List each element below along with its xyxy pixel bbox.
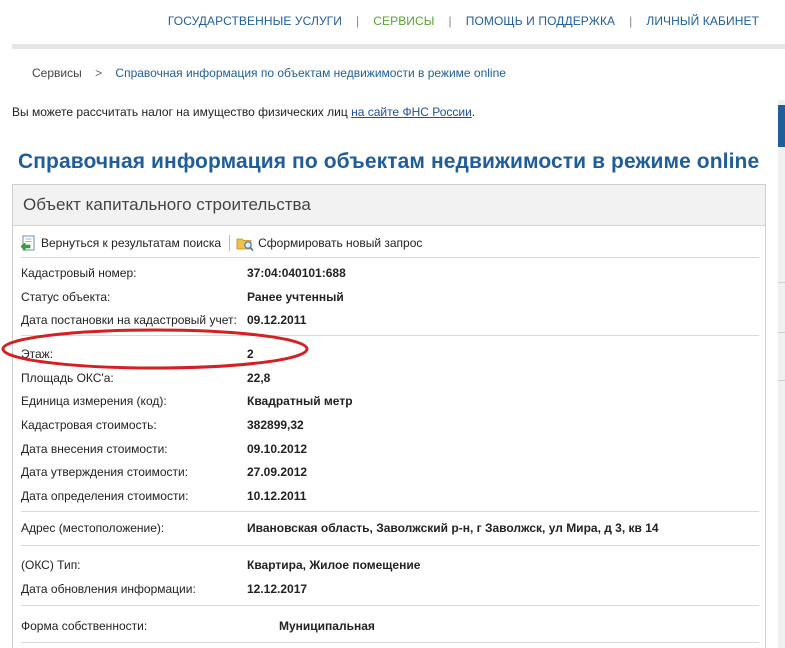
section-divider — [21, 545, 759, 546]
section-divider — [21, 511, 759, 512]
breadcrumb: Сервисы > Справочная информация по объек… — [32, 66, 506, 80]
attr-value: Ивановская область, Заволжский р-н, г За… — [247, 521, 659, 535]
section-divider — [21, 335, 759, 336]
attr-label: Площадь ОКС'a: — [21, 371, 114, 385]
section-divider — [21, 605, 759, 606]
breadcrumb-root-link[interactable]: Сервисы — [32, 66, 82, 80]
top-nav-items: ГОСУДАРСТВЕННЫЕ УСЛУГИ | СЕРВИСЫ | ПОМОЩ… — [168, 14, 759, 28]
attr-label: Адрес (местоположение): — [21, 521, 165, 535]
attr-value: 09.12.2011 — [247, 313, 307, 327]
nav-separator: | — [629, 14, 633, 28]
breadcrumb-separator: > — [95, 66, 103, 80]
attr-value: Ранее учтенный — [247, 290, 344, 304]
breadcrumb-current-link[interactable]: Справочная информация по объектам недвиж… — [115, 66, 506, 80]
attr-value: 10.12.2011 — [247, 489, 307, 503]
right-strip-line — [778, 282, 785, 283]
top-navigation: ГОСУДАРСТВЕННЫЕ УСЛУГИ | СЕРВИСЫ | ПОМОЩ… — [12, 0, 785, 49]
attr-value: Муниципальная — [279, 619, 375, 633]
attr-value: 22,8 — [247, 371, 271, 385]
back-to-results-label: Вернуться к результатам поиска — [41, 236, 222, 250]
attr-value: 09.10.2012 — [247, 442, 308, 456]
tax-notice: Вы можете рассчитать налог на имущество … — [12, 105, 475, 119]
back-to-results-button[interactable]: Вернуться к результатам поиска — [20, 235, 221, 252]
attr-label: Дата внесения стоимости: — [21, 442, 168, 456]
nav-gov-services[interactable]: ГОСУДАРСТВЕННЫЕ УСЛУГИ — [168, 14, 342, 28]
tax-notice-suffix: . — [471, 105, 476, 119]
toolbar-separator — [229, 235, 231, 251]
page-title: Справочная информация по объектам недвиж… — [18, 150, 760, 173]
attr-value: 12.12.2017 — [247, 582, 308, 596]
attr-value: 27.09.2012 — [247, 465, 308, 479]
nav-separator: | — [448, 14, 452, 28]
attr-value: 37:04:040101:688 — [247, 266, 346, 280]
right-sidebar-strip — [778, 100, 785, 648]
attr-label: Дата обновления информации: — [21, 582, 196, 596]
right-strip-line — [778, 332, 785, 333]
attr-label: Статус объекта: — [21, 290, 111, 304]
panel-title: Объект капитального строительства — [13, 185, 765, 226]
attr-label: Этаж: — [21, 347, 54, 361]
panel-toolbar: Вернуться к результатам поиска Сформиров… — [13, 228, 765, 258]
tax-notice-text: Вы можете рассчитать налог на имущество … — [12, 105, 352, 119]
document-back-arrow-icon — [20, 235, 35, 251]
attr-label: Форма собственности: — [21, 619, 148, 633]
right-strip-accent — [778, 105, 785, 147]
attr-label: Дата определения стоимости: — [21, 489, 189, 503]
attr-value: 2 — [247, 347, 254, 361]
attr-value: Квадратный метр — [247, 394, 353, 408]
attr-value: 382899,32 — [247, 418, 304, 432]
new-request-button[interactable]: Сформировать новый запрос — [236, 235, 422, 252]
object-info-panel: Объект капитального строительства Вернут… — [12, 184, 766, 648]
section-divider — [21, 642, 759, 643]
new-request-label: Сформировать новый запрос — [258, 236, 423, 250]
nav-separator: | — [356, 14, 360, 28]
fns-site-link[interactable]: на сайте ФНС России — [351, 105, 472, 119]
attr-label: Единица измерения (код): — [21, 394, 167, 408]
folder-search-icon — [236, 238, 254, 251]
attr-label: (ОКС) Тип: — [21, 558, 81, 572]
attr-label: Дата утверждения стоимости: — [21, 465, 189, 479]
nav-services[interactable]: СЕРВИСЫ — [373, 14, 434, 28]
attr-label: Кадастровая стоимость: — [21, 418, 157, 432]
nav-help-support[interactable]: ПОМОЩЬ И ПОДДЕРЖКА — [466, 14, 615, 28]
nav-personal-account[interactable]: ЛИЧНЫЙ КАБИНЕТ — [646, 14, 759, 28]
attr-label: Дата постановки на кадастровый учет: — [21, 313, 237, 327]
attr-label: Кадастровый номер: — [21, 266, 137, 280]
attr-value: Квартира, Жилое помещение — [247, 558, 421, 572]
right-strip-line — [778, 380, 785, 381]
section-divider — [21, 257, 759, 258]
